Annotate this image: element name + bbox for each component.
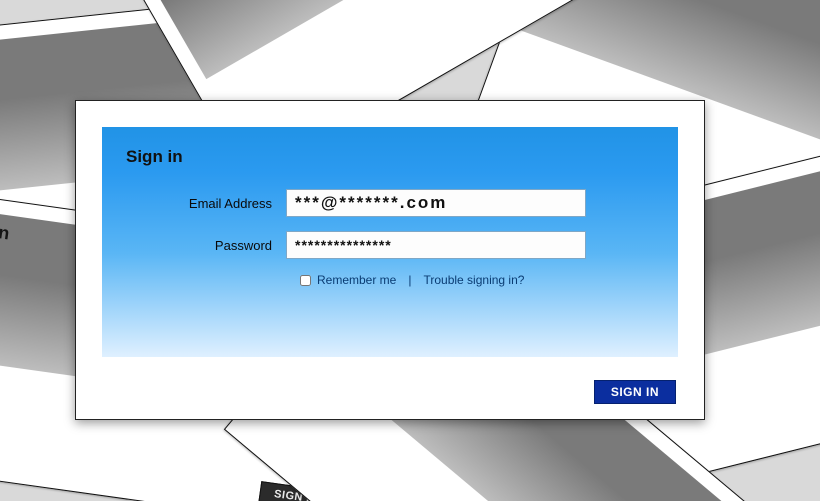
- email-field[interactable]: [286, 189, 586, 217]
- signin-button[interactable]: SIGN IN: [594, 380, 676, 404]
- remember-label: Remember me: [317, 273, 396, 287]
- email-row: Email Address: [126, 189, 654, 217]
- remember-checkbox[interactable]: [300, 275, 311, 286]
- signin-panel: Sign in Email Address Password Remember …: [102, 127, 678, 357]
- password-row: Password: [126, 231, 654, 259]
- options-divider: |: [408, 273, 411, 287]
- password-field[interactable]: [286, 231, 586, 259]
- password-label: Password: [126, 238, 286, 253]
- trouble-link[interactable]: Trouble signing in?: [423, 273, 524, 287]
- dialog-title: Sign in: [126, 147, 654, 167]
- options-row: Remember me | Trouble signing in?: [300, 273, 654, 287]
- email-label: Email Address: [126, 196, 286, 211]
- signin-dialog: Sign in Email Address Password Remember …: [75, 100, 705, 420]
